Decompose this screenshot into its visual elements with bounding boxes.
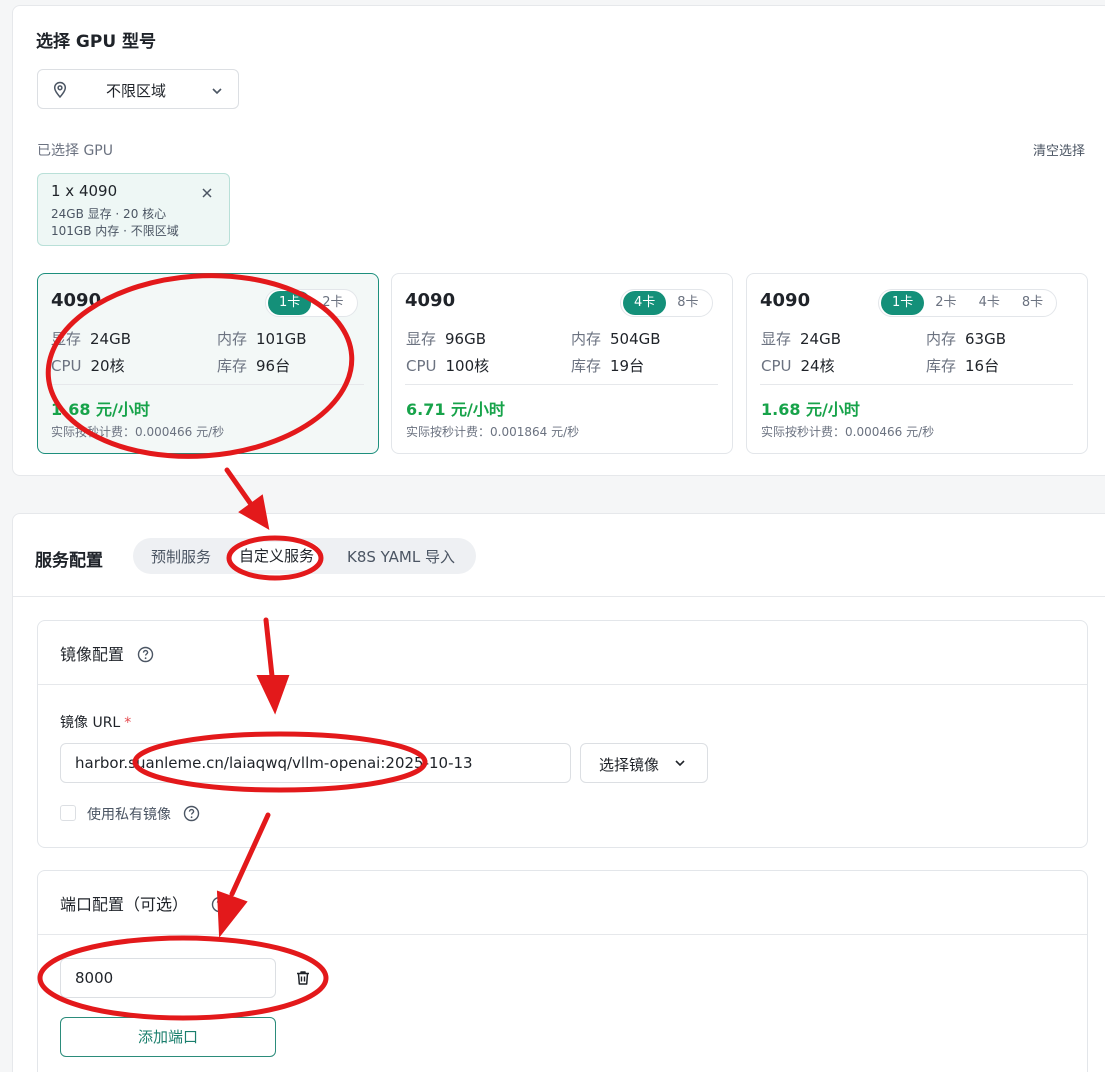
select-image-button[interactable]: 选择镜像 (580, 743, 708, 783)
port-config-title: 端口配置（可选） (60, 891, 228, 917)
tab-preset-service[interactable]: 预制服务 (151, 546, 211, 567)
box-divider (38, 684, 1087, 685)
gpu-card-name: 4090 (760, 290, 811, 311)
card-divider (760, 384, 1073, 385)
location-pin-icon (52, 81, 68, 103)
count-option-2[interactable]: 2卡 (311, 291, 354, 315)
count-option-4[interactable]: 4卡 (968, 291, 1011, 315)
help-circle-icon[interactable] (211, 896, 228, 917)
per-second-price: 实际按秒计费：0.001864 元/秒 (406, 425, 580, 439)
private-image-label: 使用私有镜像 (87, 804, 200, 826)
card-count-toggle[interactable]: 1卡 2卡 4卡 8卡 (878, 289, 1058, 317)
spec-mem: 内存 101GB (217, 330, 307, 348)
spec-stock: 库存 96台 (217, 357, 291, 375)
spec-cpu: CPU 100核 (406, 357, 490, 375)
card-count-toggle[interactable]: 1卡 2卡 (265, 289, 358, 317)
chevron-down-icon (210, 83, 224, 102)
port-config-box: 端口配置（可选） 8000 添加端口 (37, 870, 1088, 1072)
count-option-8[interactable]: 8卡 (1011, 291, 1054, 315)
spec-stock: 库存 19台 (571, 357, 645, 375)
gpu-card-name: 4090 (405, 290, 456, 311)
gpu-card-2[interactable]: 4090 4卡 8卡 显存 96GB 内存 504GB CPU 100核 库存 19台 … (391, 273, 733, 454)
spec-vram: 显存 96GB (406, 330, 487, 348)
gpu-select-panel: 选择 GPU 型号 不限区域 已选择 GPU 清空选择 1 x 4090 24G… (12, 5, 1105, 476)
spec-mem: 内存 63GB (926, 330, 1007, 348)
close-icon[interactable] (201, 184, 213, 203)
gpu-card-name: 4090 (51, 290, 102, 311)
image-url-input[interactable]: harbor.suanleme.cn/laiaqwq/vllm-openai:2… (60, 743, 571, 783)
private-image-checkbox[interactable] (60, 805, 76, 821)
gpu-section-title: 选择 GPU 型号 (36, 32, 157, 52)
card-divider (51, 384, 364, 385)
spec-vram: 显存 24GB (51, 330, 132, 348)
region-select-value: 不限区域 (106, 82, 167, 100)
selected-gpu-label: 已选择 GPU (37, 143, 113, 159)
gpu-card-3[interactable]: 4090 1卡 2卡 4卡 8卡 显存 24GB 内存 63GB CPU 24核 库存… (746, 273, 1088, 454)
card-divider (405, 384, 718, 385)
clear-selection-link[interactable]: 清空选择 (1033, 140, 1085, 159)
trash-icon[interactable] (294, 969, 312, 991)
count-option-4[interactable]: 4卡 (623, 291, 667, 315)
service-config-panel: 服务配置 预制服务 自定义服务 K8S YAML 导入 镜像配置 镜像 URL *… (12, 513, 1105, 1072)
hourly-price: 6.71 元/小时 (406, 400, 505, 419)
image-config-title: 镜像配置 (60, 641, 154, 667)
chip-line1: 24GB 显存 · 20 核心 (51, 207, 167, 221)
spec-cpu: CPU 24核 (761, 357, 835, 375)
add-port-button[interactable]: 添加端口 (60, 1017, 276, 1057)
chip-line2: 101GB 内存 · 不限区域 (51, 224, 179, 238)
port-input[interactable]: 8000 (60, 958, 276, 998)
count-option-2[interactable]: 2卡 (924, 291, 967, 315)
tab-custom-service[interactable]: 自定义服务 (231, 542, 323, 570)
required-mark: * (124, 715, 132, 731)
count-option-1[interactable]: 1卡 (268, 291, 312, 315)
help-circle-icon[interactable] (183, 805, 200, 826)
spec-vram: 显存 24GB (761, 330, 842, 348)
box-divider (38, 934, 1087, 935)
chip-title: 1 x 4090 (51, 182, 118, 200)
service-section-title: 服务配置 (35, 551, 103, 571)
image-config-box: 镜像配置 镜像 URL * harbor.suanleme.cn/laiaqwq/… (37, 620, 1088, 848)
image-url-label: 镜像 URL * (60, 715, 132, 731)
hourly-price: 1.68 元/小时 (761, 400, 860, 419)
help-circle-icon[interactable] (137, 646, 154, 667)
spec-stock: 库存 16台 (926, 357, 1000, 375)
section-divider (13, 596, 1105, 597)
per-second-price: 实际按秒计费：0.000466 元/秒 (51, 425, 225, 439)
card-count-toggle[interactable]: 4卡 8卡 (620, 289, 713, 317)
service-tabs: 预制服务 自定义服务 K8S YAML 导入 (133, 538, 476, 574)
gpu-card-1[interactable]: 4090 1卡 2卡 显存 24GB 内存 101GB CPU 20核 库存 96台 1… (37, 273, 379, 454)
per-second-price: 实际按秒计费：0.000466 元/秒 (761, 425, 935, 439)
region-select[interactable]: 不限区域 (37, 69, 239, 109)
hourly-price: 1.68 元/小时 (51, 400, 150, 419)
count-option-8[interactable]: 8卡 (666, 291, 709, 315)
spec-mem: 内存 504GB (571, 330, 661, 348)
annotation-arrow-1 (224, 467, 258, 513)
tab-k8s-yaml-import[interactable]: K8S YAML 导入 (347, 546, 455, 567)
select-image-label: 选择镜像 (599, 756, 660, 774)
chevron-down-icon (673, 756, 687, 774)
count-option-1[interactable]: 1卡 (881, 291, 925, 315)
selected-gpu-chip: 1 x 4090 24GB 显存 · 20 核心 101GB 内存 · 不限区域 (37, 173, 230, 246)
spec-cpu: CPU 20核 (51, 357, 125, 375)
